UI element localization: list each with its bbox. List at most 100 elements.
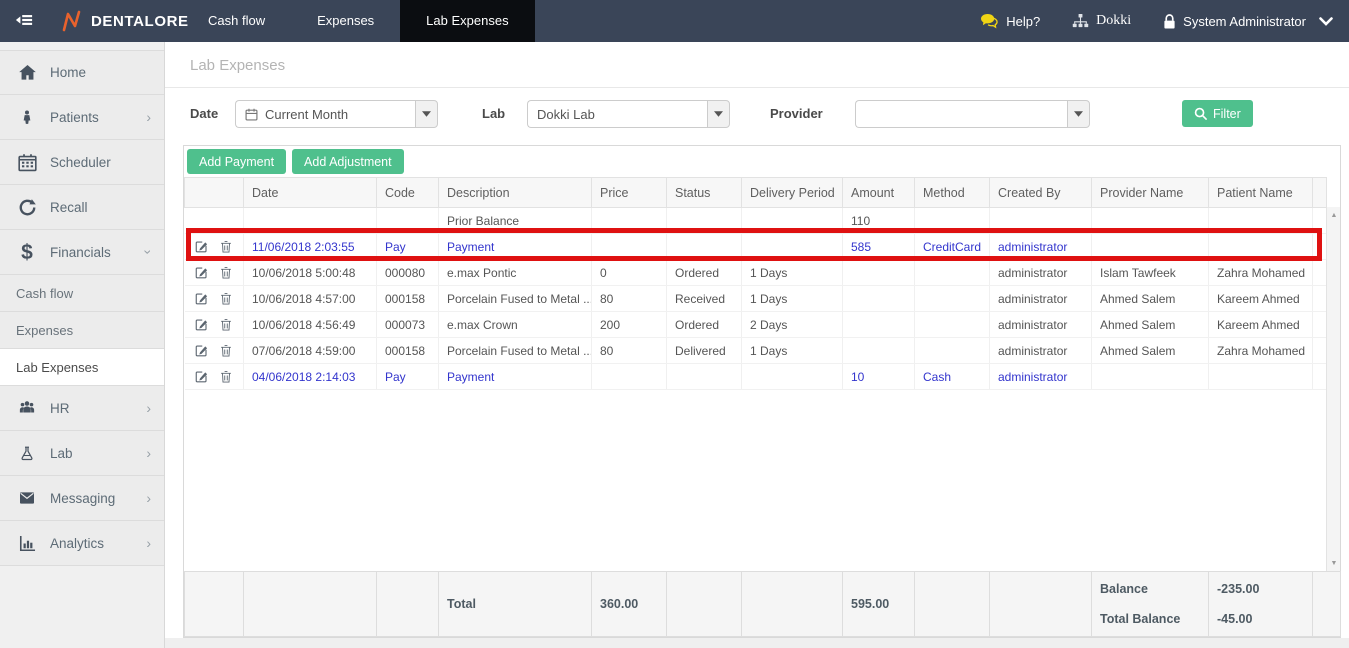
cell-provider-name: Ahmed Salem [1091, 337, 1209, 364]
delete-button[interactable] [219, 291, 233, 306]
add-payment-button[interactable]: Add Payment [187, 149, 287, 174]
delete-button[interactable] [219, 343, 233, 358]
cell-provider-name: Ahmed Salem [1091, 311, 1209, 338]
cell-patient-name: Zahra Mohamed [1208, 259, 1313, 286]
brand[interactable]: DENTALORE [62, 0, 189, 42]
trash-icon [220, 293, 231, 305]
edit-button[interactable] [194, 239, 209, 254]
cell-created-by: administrator [989, 285, 1092, 312]
cell-date: 11/06/2018 2:03:55 [243, 233, 377, 260]
sidebar: Home Patients › Scheduler Recall $ Finan… [0, 42, 165, 648]
user-menu[interactable]: System Administrator [1163, 13, 1333, 30]
delete-button[interactable] [219, 369, 233, 384]
cell-code: 000158 [376, 285, 439, 312]
date-filter-label: Date [190, 106, 219, 121]
provider-filter-label: Provider [770, 106, 823, 121]
edit-button[interactable] [194, 343, 209, 358]
column-header-date: Date [243, 177, 377, 208]
edit-button[interactable] [194, 369, 209, 384]
table-row: 10/06/2018 4:57:00 000158 Porcelain Fused … [184, 285, 1327, 312]
tab-expenses[interactable]: Expenses [291, 0, 400, 42]
chevron-down-icon [1319, 16, 1333, 26]
edit-button[interactable] [194, 317, 209, 332]
date-filter-dropdown[interactable]: Current Month [235, 100, 438, 128]
date-dropdown-arrow[interactable] [415, 100, 438, 128]
cell-method [914, 285, 990, 312]
column-header-patient-name: Patient Name [1208, 177, 1313, 208]
edit-button[interactable] [194, 265, 209, 280]
column-header-status: Status [666, 177, 742, 208]
cell-provider-name [1091, 233, 1209, 260]
table-row: Prior Balance 110 [184, 207, 1327, 234]
table-header-row: Date Code Description Price Status Delivery P… [184, 177, 1327, 208]
cell-created-by: administrator [989, 259, 1092, 286]
sidebar-item-lab-expenses[interactable]: Lab Expenses [0, 349, 164, 386]
cell-created-by: administrator [989, 311, 1092, 338]
filter-button[interactable]: Filter [1182, 100, 1253, 127]
scroll-up-arrow-icon[interactable]: ▲ [1327, 212, 1341, 219]
cell-actions [184, 233, 244, 260]
help-link[interactable]: Help? [980, 13, 1040, 30]
cell-description: Payment [438, 363, 592, 390]
cell-method: Cash [914, 363, 990, 390]
cell-actions [184, 337, 244, 364]
trash-icon [220, 345, 231, 357]
sidebar-item-scheduler[interactable]: Scheduler [0, 140, 164, 185]
scroll-down-arrow-icon[interactable]: ▼ [1327, 560, 1341, 567]
delete-button[interactable] [219, 265, 233, 280]
sidebar-toggle-button[interactable] [12, 11, 36, 34]
lab-dropdown-arrow[interactable] [707, 100, 730, 128]
cell-created-by: administrator [989, 337, 1092, 364]
trash-icon [220, 371, 231, 383]
column-header-empty [184, 177, 244, 208]
table-row: 10/06/2018 4:56:49 000073 e.max Crown 200 Or… [184, 311, 1327, 338]
column-header-created-by: Created By [989, 177, 1092, 208]
top-nav: Cash flow Expenses Lab Expenses [182, 0, 535, 42]
tab-lab-expenses[interactable]: Lab Expenses [400, 0, 535, 42]
table-row: 11/06/2018 2:03:55 Pay Payment 585 CreditCar… [184, 233, 1327, 260]
sidebar-item-lab[interactable]: Lab › [0, 431, 164, 476]
total-label: Total [438, 571, 592, 637]
lock-icon [1164, 13, 1175, 28]
sidebar-item-home[interactable]: Home [0, 50, 164, 95]
cell-endcap [1312, 207, 1327, 234]
column-header-method: Method [914, 177, 990, 208]
sidebar-item-analytics[interactable]: Analytics › [0, 521, 164, 566]
clinic-selector[interactable]: Dokki [1072, 13, 1131, 29]
edit-icon [195, 241, 207, 253]
cell-code: 000073 [376, 311, 439, 338]
sidebar-item-expenses[interactable]: Expenses [0, 312, 164, 349]
cell-provider-name: Islam Tawfeek [1091, 259, 1209, 286]
page-title: Lab Expenses [190, 57, 286, 74]
vertical-scrollbar[interactable]: ▲ ▼ [1326, 207, 1340, 572]
sidebar-item-cash-flow[interactable]: Cash flow [0, 275, 164, 312]
sidebar-item-recall[interactable]: Recall [0, 185, 164, 230]
add-adjustment-button[interactable]: Add Adjustment [292, 149, 404, 174]
column-header-provider-name: Provider Name [1091, 177, 1209, 208]
trash-icon [220, 241, 231, 253]
calendar-icon [17, 153, 37, 171]
tab-cash-flow[interactable]: Cash flow [182, 0, 291, 42]
total-balance-label: Total Balance [1100, 612, 1181, 626]
cell-amount [842, 337, 915, 364]
sidebar-item-financials[interactable]: $ Financials › [0, 230, 164, 275]
search-icon [1194, 107, 1207, 120]
chevron-right-icon: › [146, 445, 151, 461]
column-header-price: Price [591, 177, 667, 208]
cell-description: Payment [438, 233, 592, 260]
sidebar-item-messaging[interactable]: Messaging › [0, 476, 164, 521]
sidebar-item-hr[interactable]: HR › [0, 386, 164, 431]
delete-button[interactable] [219, 239, 233, 254]
trash-icon [220, 267, 231, 279]
chevron-right-icon: › [146, 400, 151, 416]
cell-method [914, 337, 990, 364]
column-header-delivery-period: Delivery Period [741, 177, 843, 208]
edit-button[interactable] [194, 291, 209, 306]
provider-filter-dropdown[interactable] [855, 100, 1090, 128]
lab-filter-dropdown[interactable]: Dokki Lab [527, 100, 730, 128]
sidebar-item-patients[interactable]: Patients › [0, 95, 164, 140]
delete-button[interactable] [219, 317, 233, 332]
cell-description: Prior Balance [438, 207, 592, 234]
provider-dropdown-arrow[interactable] [1067, 100, 1090, 128]
cell-method [914, 207, 990, 234]
